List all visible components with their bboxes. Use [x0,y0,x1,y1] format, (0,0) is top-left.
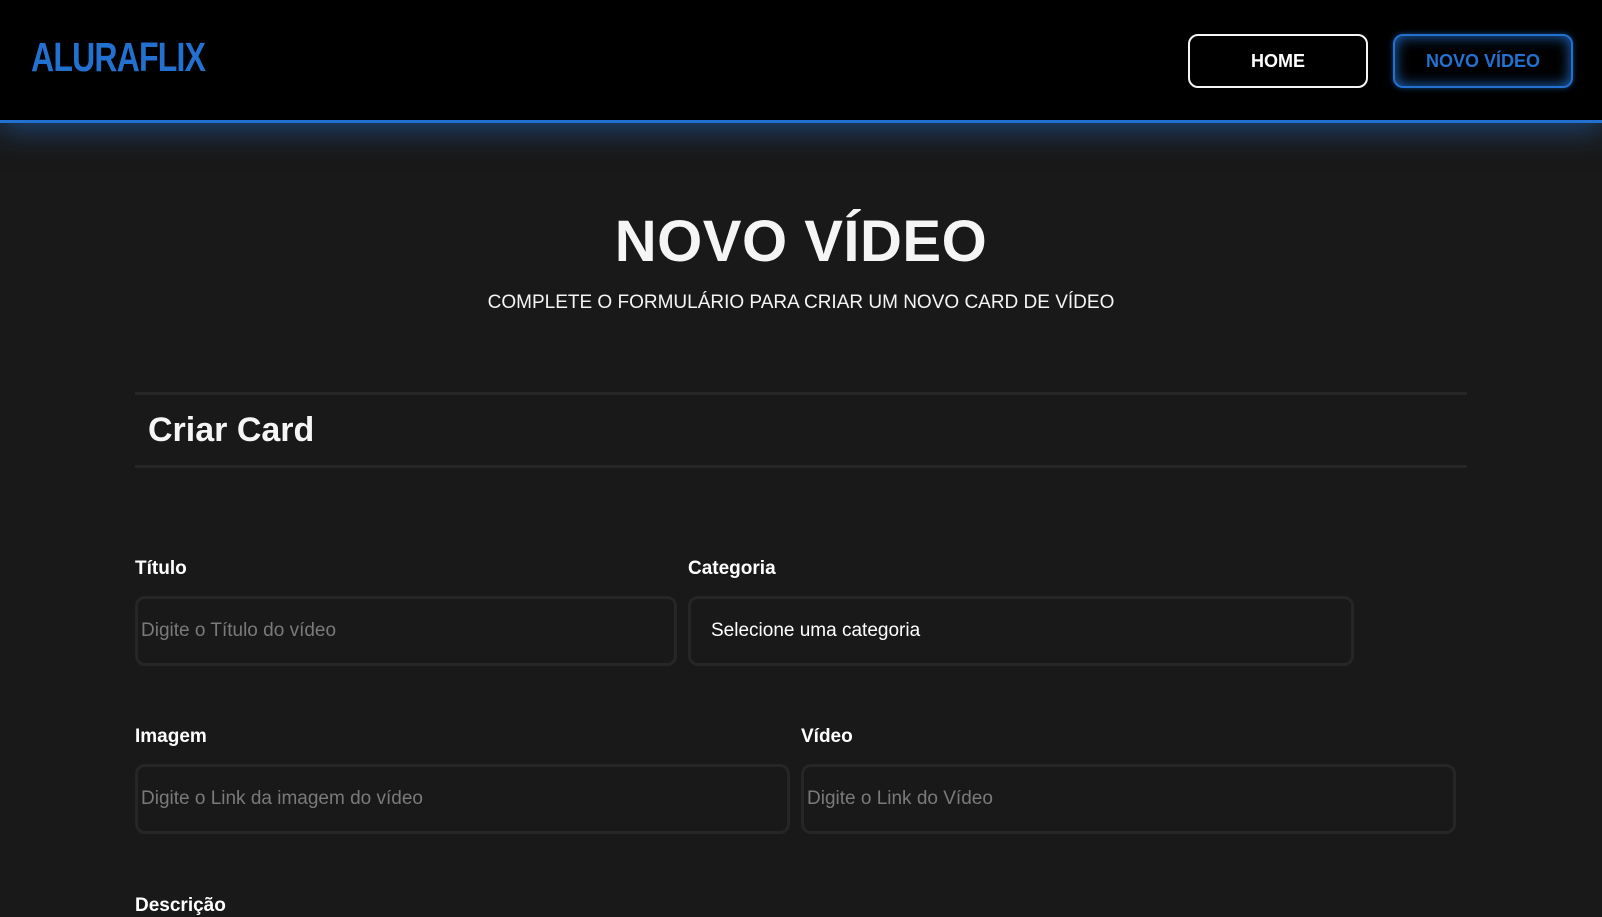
title-input[interactable] [135,596,677,666]
page-title: NOVO VÍDEO [614,209,988,274]
page-subtitle: COMPLETE O FORMULÁRIO PARA CRIAR UM NOVO… [487,292,1115,313]
description-label: Descrição [135,895,226,916]
title-label: Título [135,558,187,579]
new-video-button[interactable]: NOVO VÍDEO [1393,34,1573,88]
video-label: Vídeo [801,726,853,747]
video-url-input[interactable] [801,764,1456,834]
section-title: Criar Card [148,411,315,449]
image-url-input[interactable] [135,764,790,834]
create-card-section-header: Criar Card [135,392,1467,468]
home-button[interactable]: HOME [1188,34,1368,88]
category-label: Categoria [688,558,776,579]
image-label: Imagem [135,726,207,747]
logo[interactable]: ALURAFLIX [31,34,206,81]
header: ALURAFLIX HOME NOVO VÍDEO [0,0,1602,123]
category-select-value: Selecione uma categoria [711,620,921,641]
category-select[interactable]: Selecione uma categoria [688,596,1354,666]
